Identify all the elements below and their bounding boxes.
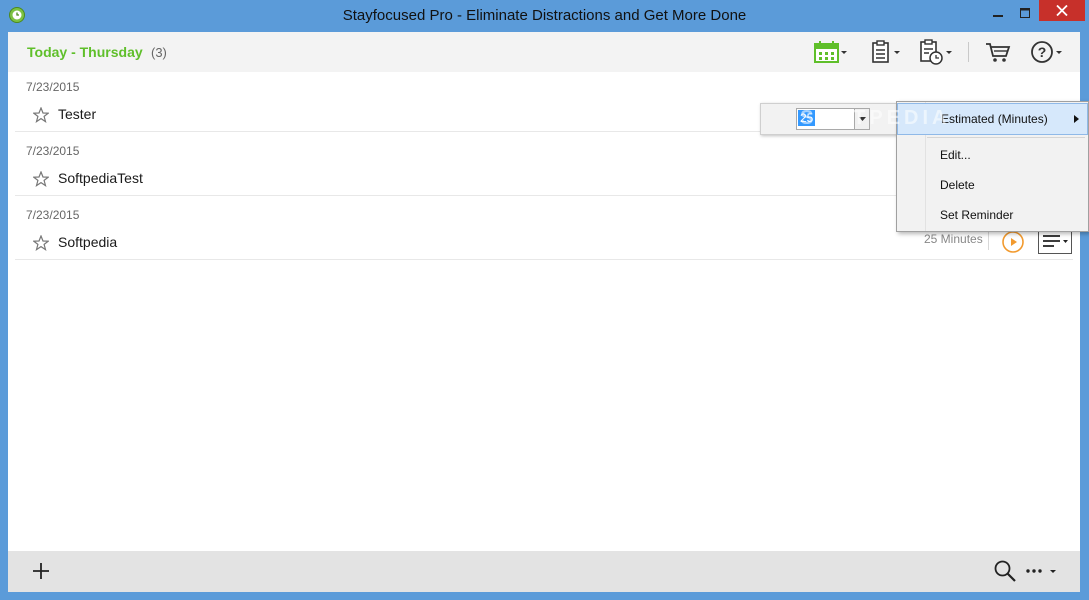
cart-icon [986,43,1011,62]
search-button[interactable] [993,559,1017,588]
menu-item-label: Delete [940,178,975,192]
day-title: Today - Thursday [27,44,143,60]
toolbar-divider [968,42,969,62]
menu-item-edit[interactable]: Edit... [897,143,1088,167]
add-icon [33,563,49,579]
maximize-button[interactable] [1012,0,1038,26]
menu-item-delete[interactable]: Delete [897,173,1088,197]
task-date: 7/23/2015 [26,208,80,222]
submenu-arrow-icon [1074,115,1079,123]
star-icon[interactable] [33,235,49,251]
star-icon[interactable] [33,171,49,187]
svg-text:?: ? [1038,44,1047,60]
minimize-button[interactable] [985,0,1011,26]
task-list-button[interactable] [870,38,902,66]
menu-item-label: Edit... [940,148,971,162]
menu-item-set-reminder[interactable]: Set Reminder [897,203,1088,227]
menu-item-label: Estimated (Minutes) [941,112,1048,126]
scheduled-clipboard-icon [920,39,952,65]
task-count: (3) [151,45,167,60]
bottom-bar [8,551,1080,592]
day-header: Today - Thursday (3) ? [8,32,1080,72]
close-button[interactable] [1039,0,1085,21]
minimize-icon [993,15,1003,17]
window-title: Stayfocused Pro - Eliminate Distractions… [342,7,747,24]
calendar-icon [814,41,847,63]
more-options-button[interactable] [1025,565,1059,583]
menu-divider [927,137,1085,138]
help-icon: ? [1031,41,1062,63]
star-icon[interactable] [33,107,49,123]
maximize-icon [1020,8,1030,18]
help-button[interactable]: ? [1030,38,1064,66]
estimate-divider [988,232,989,250]
play-icon[interactable] [1001,230,1025,254]
task-name: SoftpediaTest [58,170,143,186]
clipboard-icon [872,40,900,63]
search-icon [994,560,1016,582]
estimate-label: 25 Minutes [924,232,983,246]
calendar-button[interactable] [814,38,848,66]
app-window: Stayfocused Pro - Eliminate Distractions… [0,0,1089,600]
menu-lines-icon [1043,235,1068,247]
close-icon [1056,5,1068,16]
store-button[interactable] [985,38,1011,66]
schedule-button[interactable] [918,38,954,66]
task-name: Softpedia [58,234,118,250]
task-name: Tester [58,106,97,122]
task-date: 7/23/2015 [26,80,80,94]
more-icon [1026,569,1056,573]
task-date: 7/23/2015 [26,144,80,158]
menu-item-label: Set Reminder [940,208,1014,222]
title-bar: Stayfocused Pro - Eliminate Distractions… [0,0,1089,32]
add-task-button[interactable] [31,561,51,586]
watermark: SOFTPEDIA [800,107,951,129]
